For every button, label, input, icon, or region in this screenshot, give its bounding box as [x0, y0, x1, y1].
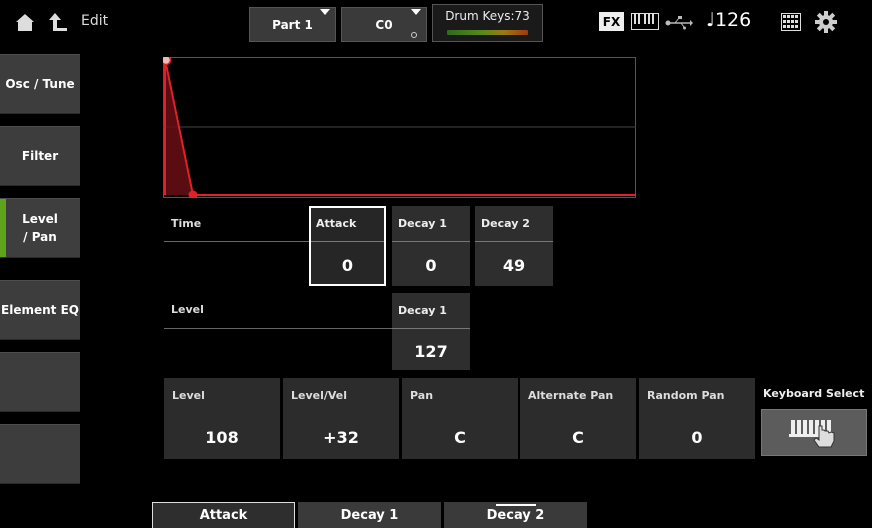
param-title: Decay 2 — [481, 217, 530, 230]
param-title: Decay 1 — [398, 304, 447, 317]
home-icon[interactable] — [14, 12, 36, 36]
param-title: Attack — [316, 217, 357, 230]
param-title: Pan — [410, 389, 434, 402]
usb-icon — [665, 15, 693, 34]
dropdown-arrow-icon — [320, 9, 330, 15]
tab-decay-1[interactable]: Decay 1 — [298, 502, 441, 528]
tab-attack[interactable]: Attack — [152, 502, 295, 528]
divider — [392, 241, 470, 242]
divider — [311, 241, 384, 242]
level-meter — [447, 30, 528, 35]
note-select-button[interactable]: C0 — [341, 7, 427, 42]
sidebar-item-label: Element EQ — [1, 303, 79, 317]
alternate-pan-param[interactable]: Alternate Pan C — [520, 378, 636, 459]
divider — [164, 241, 310, 242]
param-value: 108 — [205, 428, 239, 447]
param-value: 0 — [691, 428, 703, 447]
sidebar-item-osc-tune[interactable]: Osc / Tune — [0, 54, 80, 114]
level-decay1-param[interactable]: Decay 1 127 — [392, 293, 470, 370]
top-bar: Edit Part 1 C0 Drum Keys:73 FX ♩126 — [0, 0, 872, 44]
keyboard-hand-icon — [789, 414, 839, 452]
attack-point-handle — [163, 57, 172, 66]
param-title: Decay 1 — [398, 217, 447, 230]
keyboard-icon[interactable] — [631, 13, 659, 34]
level-param[interactable]: Level 108 — [164, 378, 280, 459]
param-title: Level — [172, 389, 205, 402]
param-value: 0 — [341, 256, 354, 275]
tab-label: Decay 1 — [340, 507, 399, 523]
keyboard-select-label: Keyboard Select — [763, 387, 865, 400]
param-value: C — [454, 428, 466, 447]
part-select-button[interactable]: Part 1 — [249, 7, 336, 42]
divider — [392, 328, 470, 329]
param-value: 127 — [414, 342, 448, 361]
drum-keys-label: Drum Keys:73 — [445, 9, 530, 23]
sidebar-item-level-pan[interactable]: Level / Pan — [0, 198, 80, 258]
sidebar-item-empty[interactable] — [0, 424, 80, 484]
fx-icon[interactable]: FX — [599, 12, 624, 31]
time-decay2-param[interactable]: Decay 2 49 — [475, 206, 553, 286]
grid-icon[interactable] — [781, 13, 801, 35]
tab-indicator — [495, 504, 536, 506]
dropdown-arrow-icon — [411, 9, 421, 15]
param-value: C — [572, 428, 584, 447]
time-attack-param[interactable]: Attack 0 — [309, 206, 386, 286]
tab-label: Decay 2 — [486, 507, 545, 523]
param-value: +32 — [323, 428, 359, 447]
tab-decay-2[interactable]: Decay 2 — [444, 502, 587, 528]
sidebar-item-empty[interactable] — [0, 352, 80, 412]
tempo-display[interactable]: ♩126 — [706, 9, 751, 31]
time-row-label: Time — [171, 217, 202, 230]
page-title: Edit — [81, 13, 109, 29]
divider — [475, 241, 553, 242]
back-up-icon[interactable] — [46, 12, 68, 36]
random-pan-param[interactable]: Random Pan 0 — [639, 378, 755, 459]
sidebar-item-element-eq[interactable]: Element EQ — [0, 280, 80, 340]
param-title: Alternate Pan — [528, 389, 614, 402]
gear-icon[interactable] — [815, 11, 837, 37]
param-title: Level/Vel — [291, 389, 348, 402]
time-decay1-param[interactable]: Decay 1 0 — [392, 206, 470, 286]
pan-param[interactable]: Pan C — [402, 378, 518, 459]
part-label: Part 1 — [272, 17, 313, 32]
param-value: 49 — [502, 256, 526, 275]
drum-keys-display[interactable]: Drum Keys:73 — [432, 4, 543, 42]
envelope-graph — [163, 57, 636, 198]
keyboard-select-button[interactable] — [761, 409, 867, 456]
level-row-label: Level — [171, 303, 204, 316]
circle-indicator-icon — [411, 32, 417, 38]
divider — [164, 328, 392, 329]
param-value: 0 — [425, 256, 437, 275]
param-title: Random Pan — [647, 389, 725, 402]
level-vel-param[interactable]: Level/Vel +32 — [283, 378, 399, 459]
note-label: C0 — [375, 17, 393, 32]
sidebar-item-label: Osc / Tune — [5, 77, 75, 91]
sidebar-item-label: Level / Pan — [22, 212, 58, 244]
sidebar-item-label: Filter — [21, 149, 59, 163]
tab-label: Attack — [199, 508, 248, 523]
sidebar-item-filter[interactable]: Filter — [0, 126, 80, 186]
